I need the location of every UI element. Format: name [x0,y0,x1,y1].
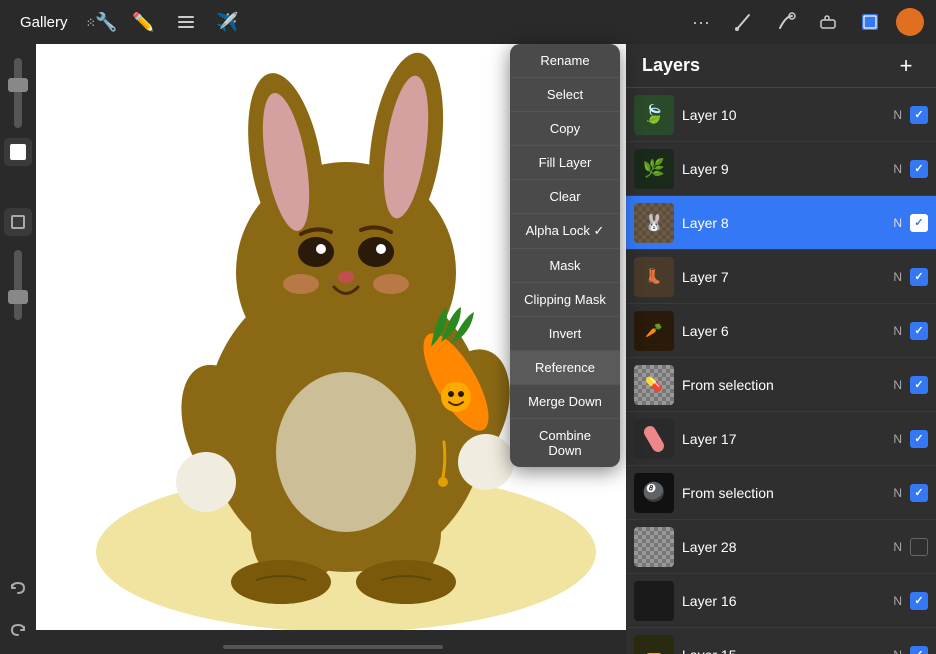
undo-btn[interactable] [2,572,34,604]
menu-combine-down[interactable]: Combine Down [510,419,620,467]
layer-mode: N [893,378,902,392]
layer-thumbnail [634,527,674,567]
layer-thumbnail [634,581,674,621]
square-tool-btn[interactable] [4,208,32,236]
context-menu: Rename Select Copy Fill Layer Clear Alph… [510,44,620,467]
smudge-tool-icon[interactable] [770,6,802,38]
layer-name: Layer 8 [682,215,893,231]
layers-header: Layers + [626,44,936,88]
layer-mode: N [893,324,902,338]
layer-mode: N [893,108,902,122]
share-icon[interactable]: ✈️ [212,6,244,38]
layer-name: Layer 17 [682,431,893,447]
layer-mode: N [893,432,902,446]
redo-btn[interactable] [2,614,34,646]
brush-size-slider[interactable] [14,58,22,128]
table-row[interactable]: 👢 Layer 7 N [626,250,936,304]
layer-name: From selection [682,377,893,393]
layer-mode: N [893,594,902,608]
brush-tool-icon[interactable] [728,6,760,38]
menu-select[interactable]: Select [510,78,620,112]
layer-visibility-checkbox[interactable] [910,538,928,556]
top-bar-left: Gallery 🔧 ✏️ ✈️ [12,6,244,38]
layer-thumbnail [634,635,674,654]
layer-mode: N [893,270,902,284]
table-row[interactable]: Layer 28 N [626,520,936,574]
layer-thumbnail: 🥕 [634,311,674,351]
layer-visibility-checkbox[interactable] [910,268,928,286]
layers-title: Layers [642,55,700,76]
layer-visibility-checkbox[interactable] [910,430,928,448]
top-bar: Gallery 🔧 ✏️ ✈️ ··· [0,0,936,44]
layer-name: Layer 16 [682,593,893,609]
layer-thumbnail: 🎱 [634,473,674,513]
menu-mask[interactable]: Mask [510,249,620,283]
left-toolbar [0,44,36,654]
color-picker-btn[interactable] [4,138,32,166]
layer-name: Layer 7 [682,269,893,285]
layer-visibility-checkbox[interactable] [910,214,928,232]
menu-copy[interactable]: Copy [510,112,620,146]
menu-alpha-lock[interactable]: Alpha Lock ✓ [510,214,620,249]
layer-visibility-checkbox[interactable] [910,484,928,502]
edit-icon[interactable]: ✏️ [128,6,160,38]
table-row[interactable]: 🌿 Layer 9 N [626,142,936,196]
layer-name: Layer 6 [682,323,893,339]
more-options-button[interactable]: ··· [684,8,718,37]
layer-visibility-checkbox[interactable] [910,376,928,394]
layers-list: 🍃 Layer 10 N 🌿 Layer 9 N 🐰 Layer 8 N [626,88,936,654]
avatar[interactable] [896,8,924,36]
layer-visibility-checkbox[interactable] [910,106,928,124]
layer-thumbnail [634,419,674,459]
layer-thumbnail: 🐰 [634,203,674,243]
layer-thumbnail: 👢 [634,257,674,297]
layer-mode: N [893,648,902,654]
layer-visibility-checkbox[interactable] [910,160,928,178]
eraser-tool-icon[interactable] [812,6,844,38]
menu-clipping-mask[interactable]: Clipping Mask [510,283,620,317]
menu-reference[interactable]: Reference [510,351,620,385]
table-row[interactable]: 💊 From selection N [626,358,936,412]
table-row[interactable]: 🐰 Layer 8 N [626,196,936,250]
layer-mode: N [893,216,902,230]
layer-name: Layer 28 [682,539,893,555]
layer-mode: N [893,162,902,176]
layers-tool-icon[interactable] [854,6,886,38]
top-bar-right: ··· [684,6,924,38]
layer-thumbnail: 💊 [634,365,674,405]
menu-invert[interactable]: Invert [510,317,620,351]
layer-thumbnail: 🌿 [634,149,674,189]
menu-clear[interactable]: Clear [510,180,620,214]
table-row[interactable]: Layer 15 N [626,628,936,654]
layer-name: From selection [682,485,893,501]
layer-visibility-checkbox[interactable] [910,646,928,654]
scrollbar-track [223,645,443,649]
layer-name: Layer 9 [682,161,893,177]
layer-visibility-checkbox[interactable] [910,322,928,340]
stream-icon[interactable] [170,6,202,38]
canvas-scrollbar[interactable] [36,644,630,650]
add-layer-button[interactable]: + [892,52,920,80]
menu-merge-down[interactable]: Merge Down [510,385,620,419]
layer-visibility-checkbox[interactable] [910,592,928,610]
settings-icon[interactable]: 🔧 [86,6,118,38]
layer-mode: N [893,486,902,500]
layer-name: Layer 15 [682,647,893,654]
layer-thumbnail: 🍃 [634,95,674,135]
layer-name: Layer 10 [682,107,893,123]
gallery-button[interactable]: Gallery [12,10,76,35]
table-row[interactable]: 🥕 Layer 6 N [626,304,936,358]
table-row[interactable]: Layer 17 N [626,412,936,466]
layer-mode: N [893,540,902,554]
table-row[interactable]: 🍃 Layer 10 N [626,88,936,142]
menu-rename[interactable]: Rename [510,44,620,78]
menu-fill-layer[interactable]: Fill Layer [510,146,620,180]
layers-panel: Layers + 🍃 Layer 10 N 🌿 Layer 9 N 🐰 [626,44,936,654]
table-row[interactable]: 🎱 From selection N [626,466,936,520]
table-row[interactable]: Layer 16 N [626,574,936,628]
opacity-slider[interactable] [14,250,22,320]
